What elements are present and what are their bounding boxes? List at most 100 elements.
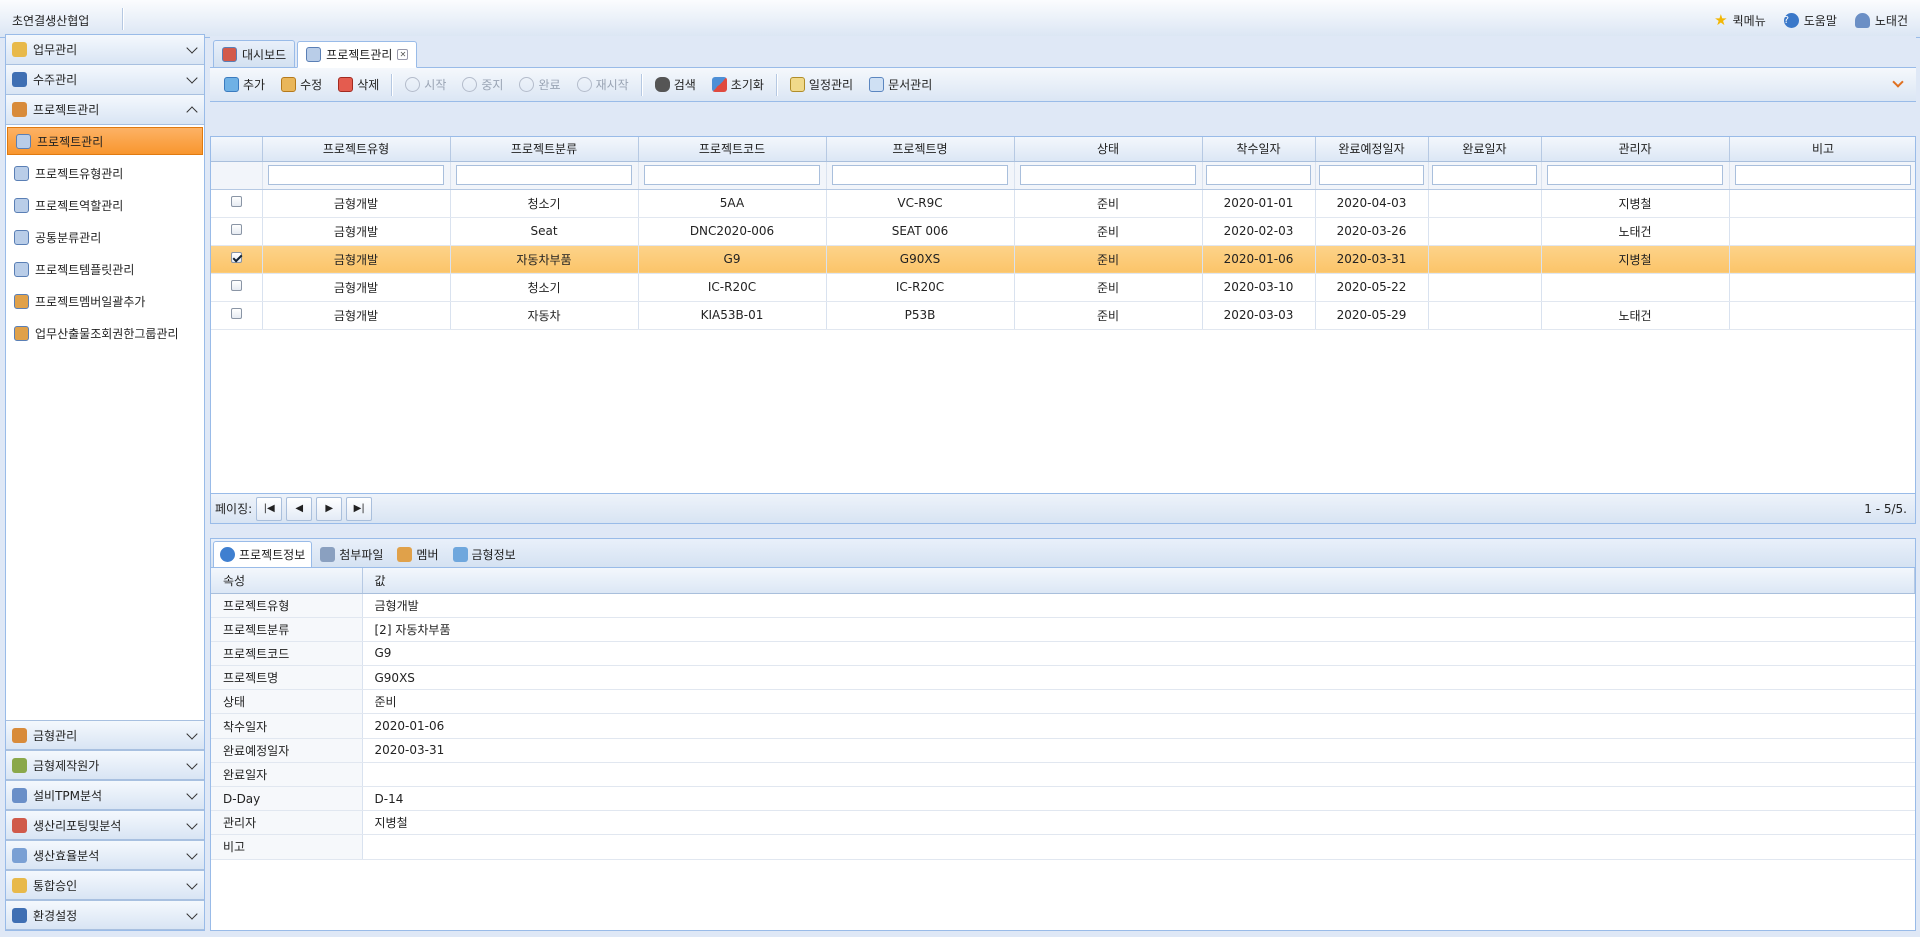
last-page-button[interactable]: ▶| — [346, 496, 373, 521]
table-row[interactable]: 금형개발 자동차 KIA53B-01 P53B 준비 2020-03-03 2020-05-… — [211, 301, 1915, 330]
column-header[interactable]: 완료예정일자 — [1315, 137, 1429, 162]
row-checkbox[interactable] — [230, 280, 242, 291]
tab-0[interactable]: 대시보드 — [213, 40, 296, 67]
chevron-down-icon[interactable] — [186, 848, 198, 860]
table-row[interactable]: 금형개발 청소기 IC-R20C IC-R20C 준비 2020-03-10 2020-05… — [211, 273, 1915, 302]
sidebar-section-2[interactable]: 프로젝트관리 — [6, 95, 204, 125]
first-page-button[interactable]: |◀ — [256, 496, 283, 521]
documents-button[interactable]: 문서관리 — [861, 73, 940, 97]
help-button[interactable]: ? 도움말 — [1783, 11, 1837, 29]
detail-tab-0[interactable]: 프로젝트정보 — [213, 541, 313, 567]
schedule-button[interactable]: 일정관리 — [782, 73, 861, 97]
chevron-down-icon[interactable] — [186, 728, 198, 740]
search-button[interactable]: 검색 — [647, 73, 704, 97]
section-label: 통합승인 — [33, 878, 78, 893]
chevron-down-icon[interactable] — [186, 42, 198, 54]
restart-button[interactable]: 재시작 — [569, 73, 637, 97]
sidebar-section-bottom-0[interactable]: 금형관리 — [6, 720, 204, 750]
chevron-down-icon[interactable] — [186, 908, 198, 920]
table-cell: DNC2020-006 — [638, 217, 827, 246]
filter-input[interactable] — [832, 165, 1008, 185]
sidebar-section-0[interactable]: 업무관리 — [6, 35, 204, 65]
sidebar-section-bottom-2[interactable]: 설비TPM분석 — [6, 780, 204, 810]
chevron-down-icon[interactable] — [186, 788, 198, 800]
column-header[interactable]: 프로젝트코드 — [638, 137, 827, 162]
add-icon — [224, 77, 239, 92]
user-button[interactable]: 노태건 — [1854, 11, 1908, 29]
column-header[interactable]: 비고 — [1729, 137, 1915, 162]
sidebar-item-3[interactable]: 공통분류관리 — [6, 221, 204, 253]
filter-input[interactable] — [1735, 165, 1911, 185]
column-header[interactable]: 상태 — [1014, 137, 1203, 162]
section-label: 업무관리 — [33, 43, 78, 57]
row-checkbox[interactable] — [230, 252, 242, 263]
sidebar-item-5[interactable]: 프로젝트멤버일괄추가 — [6, 285, 204, 317]
row-checkbox[interactable] — [230, 196, 242, 207]
sidebar-section-bottom-4[interactable]: 생산효율분석 — [6, 840, 204, 870]
sidebar-item-6[interactable]: 업무산출물조회권한그룹관리 — [6, 317, 204, 349]
sidebar-section-bottom-1[interactable]: 금형제작원가 — [6, 750, 204, 780]
column-header[interactable]: 관리자 — [1541, 137, 1730, 162]
filter-input[interactable] — [1205, 165, 1312, 185]
edit-button[interactable]: 수정 — [273, 73, 330, 97]
prev-page-button[interactable]: ◀ — [286, 496, 313, 521]
filter-input[interactable] — [1020, 165, 1196, 185]
filter-input[interactable] — [1318, 165, 1425, 185]
column-header[interactable]: 프로젝트명 — [826, 137, 1015, 162]
tab-1[interactable]: 프로젝트관리 ✕ — [297, 41, 418, 68]
next-page-button[interactable]: ▶ — [316, 496, 343, 521]
complete-button[interactable]: 완료 — [511, 73, 568, 97]
chevron-down-icon[interactable] — [1892, 76, 1904, 88]
table-row[interactable]: 금형개발 Seat DNC2020-006 SEAT 006 준비 2020-02-03 2… — [211, 217, 1915, 246]
chevron-down-icon[interactable] — [186, 878, 198, 890]
chevron-up-icon[interactable] — [186, 106, 198, 118]
row-checkbox[interactable] — [230, 308, 242, 319]
table-row[interactable]: 금형개발 자동차부품 G9 G90XS 준비 2020-01-06 2020-03-31 지병… — [211, 245, 1915, 274]
detail-tab-1[interactable]: 첨부파일 — [314, 541, 389, 567]
sidebar-item-0[interactable]: 프로젝트관리 — [7, 127, 203, 155]
document-icon — [16, 133, 31, 149]
property-row: 상태 준비 — [211, 689, 1915, 715]
sidebar-section-bottom-6[interactable]: 환경설정 — [6, 900, 204, 930]
row-checkbox[interactable] — [230, 224, 242, 235]
detail-tab-2[interactable]: 멤버 — [391, 541, 444, 567]
filter-input[interactable] — [1547, 165, 1723, 185]
filter-input[interactable] — [268, 165, 444, 185]
quick-menu-button[interactable]: ★ 퀵메뉴 — [1714, 11, 1766, 29]
sidebar-section-bottom-3[interactable]: 생산리포팅및분석 — [6, 810, 204, 840]
detail-tab-label: 프로젝트정보 — [239, 548, 306, 562]
reset-button[interactable]: 초기화 — [704, 73, 772, 97]
column-header[interactable]: 착수일자 — [1202, 137, 1316, 162]
detail-tab-3[interactable]: 금형정보 — [447, 541, 522, 567]
chevron-down-icon[interactable] — [186, 72, 198, 84]
filter-input[interactable] — [644, 165, 820, 185]
column-header[interactable]: 프로젝트분류 — [450, 137, 639, 162]
app-logo[interactable]: 초연결생산협업 — [12, 12, 89, 126]
detail-tab-icon — [220, 547, 235, 562]
splitter-handle[interactable] — [210, 524, 1916, 538]
filter-input[interactable] — [456, 165, 632, 185]
filter-input[interactable] — [1431, 165, 1538, 185]
add-button[interactable]: 추가 — [216, 73, 273, 97]
sidebar-section-1[interactable]: 수주관리 — [6, 65, 204, 95]
sidebar-section-bottom-5[interactable]: 통합승인 — [6, 870, 204, 900]
section-label: 금형제작원가 — [33, 758, 100, 773]
table-cell: P53B — [826, 301, 1015, 330]
sidebar-item-1[interactable]: 프로젝트유형관리 — [6, 157, 204, 189]
table-cell: VC-R9C — [826, 189, 1015, 218]
delete-button[interactable]: 삭제 — [330, 73, 387, 97]
start-button[interactable]: 시작 — [397, 73, 454, 97]
binoculars-icon — [654, 77, 670, 92]
sidebar-item-2[interactable]: 프로젝트역할관리 — [6, 189, 204, 221]
column-header[interactable]: 완료일자 — [1428, 137, 1542, 162]
chevron-down-icon[interactable] — [186, 758, 198, 770]
column-header[interactable]: 프로젝트유형 — [262, 137, 451, 162]
chevron-down-icon[interactable] — [186, 818, 198, 830]
table-cell: 자동차부품 — [450, 245, 639, 274]
sidebar-item-4[interactable]: 프로젝트템플릿관리 — [6, 253, 204, 285]
property-key: 프로젝트분류 — [211, 617, 363, 642]
close-icon[interactable]: ✕ — [397, 49, 409, 60]
divider — [391, 73, 394, 96]
stop-button[interactable]: 중지 — [454, 73, 511, 97]
table-row[interactable]: 금형개발 청소기 5AA VC-R9C 준비 2020-01-01 2020-04-03 지병… — [211, 189, 1915, 218]
